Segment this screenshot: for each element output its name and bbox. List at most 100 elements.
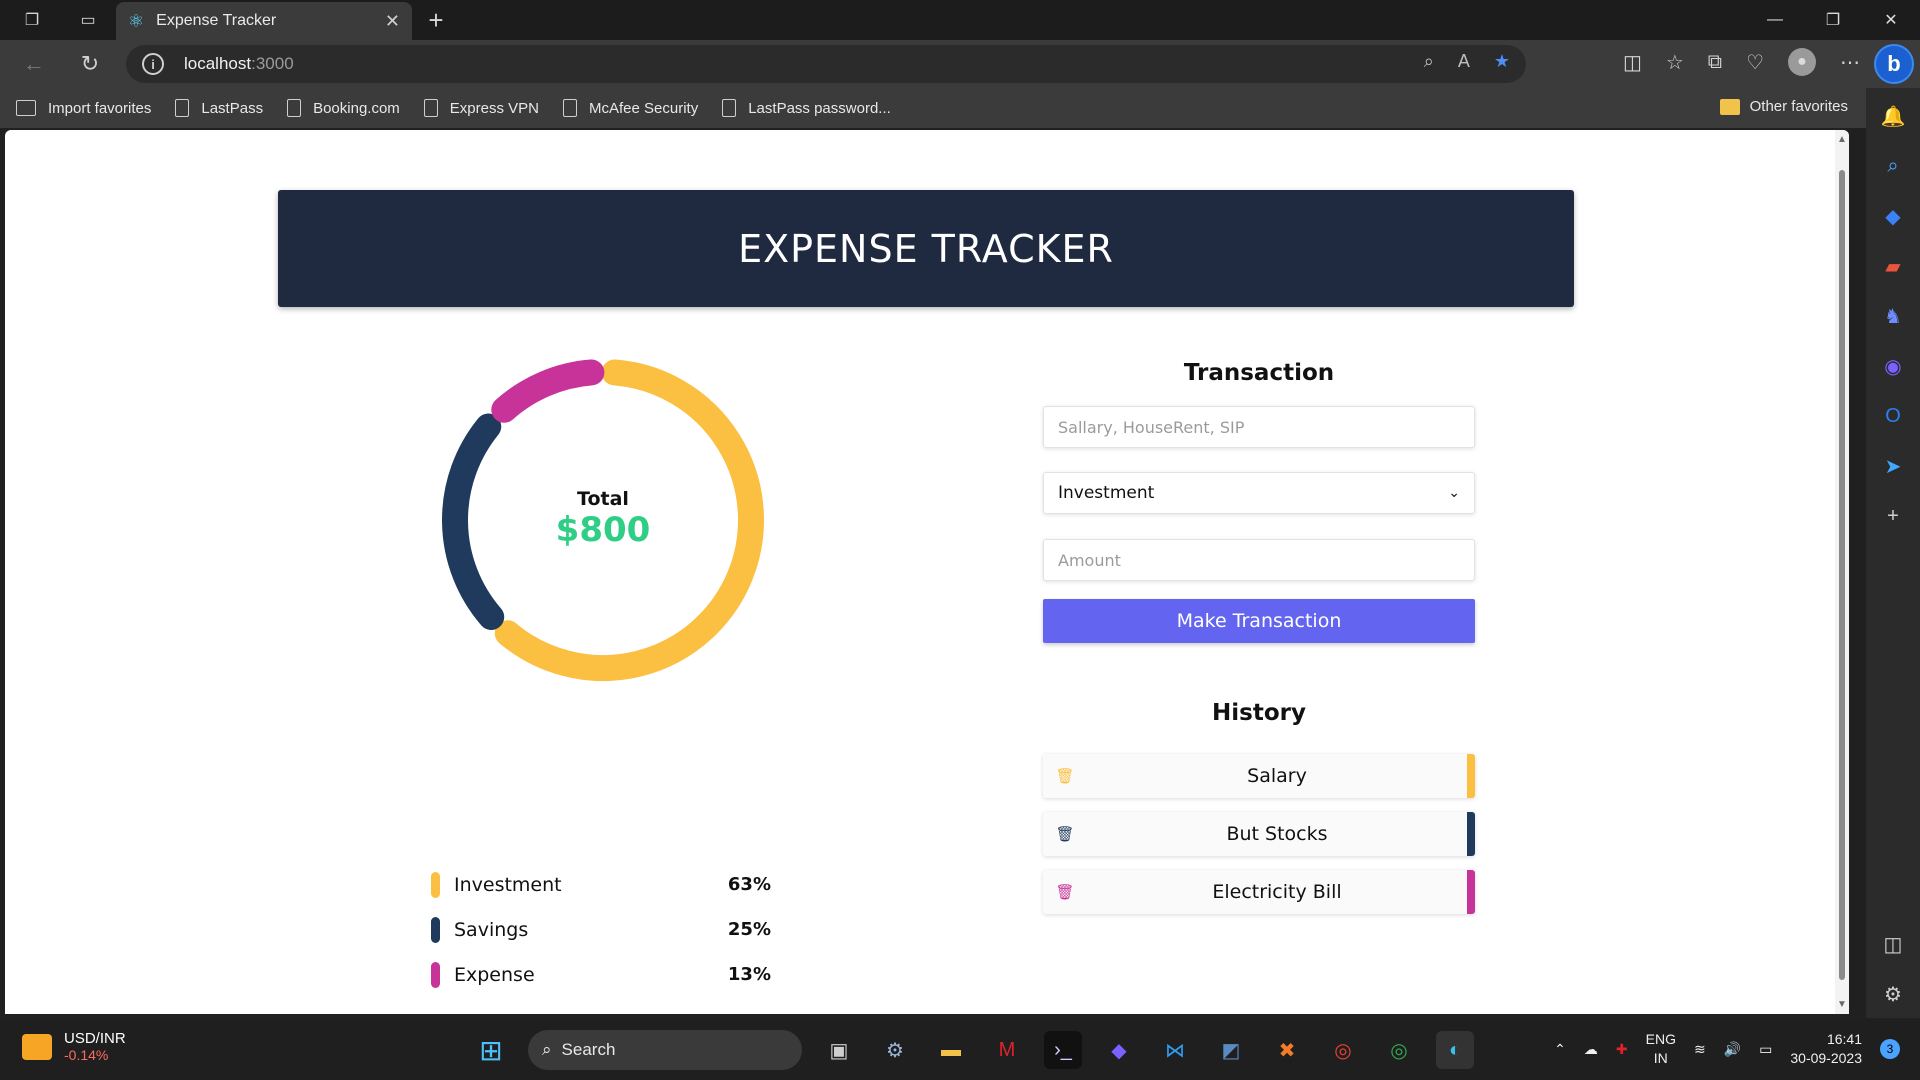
add-icon[interactable]: + bbox=[1879, 502, 1907, 530]
trash-icon[interactable]: 🗑 bbox=[1043, 767, 1087, 785]
edge-icon[interactable]: ◐ bbox=[1436, 1031, 1474, 1069]
xampp-icon[interactable]: ✖ bbox=[1268, 1031, 1306, 1069]
favorite-lastpass-password[interactable]: LastPass password... bbox=[722, 99, 891, 117]
address-bar[interactable]: i localhost:3000 ⌕ A ★ bbox=[126, 45, 1526, 83]
amount-input[interactable]: Amount bbox=[1043, 539, 1475, 581]
browser-essentials-icon[interactable]: ♡ bbox=[1746, 50, 1764, 75]
type-selected-value: Investment bbox=[1058, 483, 1155, 503]
legend-percent: 25% bbox=[727, 919, 771, 940]
currency-icon bbox=[22, 1033, 52, 1060]
history-color-edge bbox=[1467, 754, 1475, 798]
tab-actions-icon[interactable]: ▭ bbox=[70, 2, 106, 38]
sidebar-toggle-icon[interactable]: ◫ bbox=[1879, 930, 1907, 958]
favorite-mcafee[interactable]: McAfee Security bbox=[563, 99, 698, 117]
file-explorer-icon[interactable]: ▬ bbox=[932, 1031, 970, 1069]
profile-avatar[interactable]: ● bbox=[1788, 48, 1816, 76]
refresh-icon[interactable]: ↻ bbox=[74, 48, 106, 80]
transaction-type-select[interactable]: Investment ⌄ bbox=[1043, 472, 1475, 514]
favorite-star-icon[interactable]: ★ bbox=[1494, 51, 1510, 72]
trash-icon[interactable]: 🗑 bbox=[1043, 825, 1087, 843]
expense-tracker-page: EXPENSE TRACKER Total $800 Investment 63… bbox=[5, 130, 1835, 1014]
legend-color-swatch bbox=[431, 916, 440, 943]
windows-start-icon[interactable]: ⊞ bbox=[472, 1031, 510, 1069]
workspaces-icon[interactable]: ❐ bbox=[14, 2, 50, 38]
trash-icon[interactable]: 🗑 bbox=[1043, 883, 1087, 901]
scroll-up-icon[interactable]: ▲ bbox=[1837, 134, 1847, 145]
tab-expense-tracker[interactable]: ⚛ Expense Tracker ✕ bbox=[116, 2, 412, 40]
favorites-icon[interactable]: ☆ bbox=[1666, 50, 1684, 75]
tab-strip: ❐ ▭ ⚛ Expense Tracker ✕ + — ❐ ✕ bbox=[0, 0, 1920, 40]
taskbar-search-label: Search bbox=[561, 1040, 616, 1059]
collections-icon[interactable]: ⧉ bbox=[1708, 51, 1722, 74]
taskbar-apps: ⊞ ⌕ Search ▣ ⚙ ▬ M ›_ ◆ ⋈ ◩ ✖ ◎ ◎ ◐ bbox=[472, 1030, 1474, 1070]
transaction-heading: Transaction bbox=[1183, 360, 1335, 386]
scroll-down-icon[interactable]: ▼ bbox=[1837, 999, 1847, 1010]
copilot-sidebar-icon[interactable]: ◉ bbox=[1879, 352, 1907, 380]
zoom-icon[interactable]: ⌕ bbox=[1424, 51, 1434, 72]
back-icon[interactable]: ← bbox=[18, 48, 50, 80]
favorites-bar: Import favorites LastPass Booking.com Ex… bbox=[0, 88, 1866, 128]
make-transaction-button[interactable]: Make Transaction bbox=[1043, 599, 1475, 643]
split-screen-icon[interactable]: ◫ bbox=[1623, 50, 1642, 75]
chrome-profile-icon[interactable]: ◎ bbox=[1380, 1031, 1418, 1069]
chevron-down-icon: ⌄ bbox=[1448, 485, 1460, 501]
scrollbar-thumb[interactable] bbox=[1839, 170, 1845, 980]
restore-icon[interactable]: ❐ bbox=[1804, 0, 1862, 40]
terminal-icon[interactable]: ›_ bbox=[1044, 1031, 1082, 1069]
windows-taskbar: USD/INR -0.14% ⊞ ⌕ Search ▣ ⚙ ▬ M ›_ ◆ ⋈… bbox=[0, 1020, 1920, 1080]
page-icon bbox=[563, 99, 577, 117]
battery-icon[interactable]: ▭ bbox=[1759, 1041, 1772, 1058]
favorite-booking[interactable]: Booking.com bbox=[287, 99, 400, 117]
url-port: :3000 bbox=[251, 54, 294, 73]
vertical-scrollbar[interactable]: ▲ ▼ bbox=[1835, 130, 1849, 1014]
other-favorites[interactable]: Other favorites bbox=[1719, 98, 1848, 115]
mcafee-icon[interactable]: M bbox=[988, 1031, 1026, 1069]
history-label: But Stocks bbox=[1226, 823, 1328, 845]
chevron-up-icon[interactable]: ⌃ bbox=[1554, 1041, 1566, 1058]
ticker-widget[interactable]: USD/INR -0.14% bbox=[22, 1030, 126, 1063]
favorite-lastpass[interactable]: LastPass bbox=[175, 99, 263, 117]
games-icon[interactable]: ♞ bbox=[1879, 302, 1907, 330]
transaction-name-input[interactable]: Sallary, HouseRent, SIP bbox=[1043, 406, 1475, 448]
close-window-icon[interactable]: ✕ bbox=[1862, 0, 1920, 40]
task-view-icon[interactable]: ▣ bbox=[820, 1031, 858, 1069]
favorite-expressvpn[interactable]: Express VPN bbox=[423, 99, 539, 117]
search-icon[interactable]: ⌕ bbox=[1879, 152, 1907, 180]
copilot-app-icon[interactable]: ◆ bbox=[1100, 1031, 1138, 1069]
volume-icon[interactable]: 🔊 bbox=[1724, 1041, 1741, 1058]
drop-icon[interactable]: ➤ bbox=[1879, 452, 1907, 480]
outlook-icon[interactable]: O bbox=[1879, 402, 1907, 430]
settings-app-icon[interactable]: ⚙ bbox=[876, 1031, 914, 1069]
clock[interactable]: 16:41 30-09-2023 bbox=[1790, 1030, 1862, 1068]
copilot-icon[interactable]: b bbox=[1874, 44, 1914, 84]
minimize-icon[interactable]: — bbox=[1746, 0, 1804, 40]
taskbar-search[interactable]: ⌕ Search bbox=[528, 1030, 802, 1070]
mysql-workbench-icon[interactable]: ◩ bbox=[1212, 1031, 1250, 1069]
site-info-icon[interactable]: i bbox=[142, 53, 164, 75]
url-host: localhost bbox=[184, 54, 252, 73]
system-tray: ⌃ ☁ ✚ ENG IN ≋ 🔊 ▭ 16:41 30-09-2023 3 bbox=[1554, 1030, 1900, 1068]
close-tab-icon[interactable]: ✕ bbox=[385, 11, 400, 32]
read-aloud-icon[interactable]: A bbox=[1458, 51, 1470, 72]
wifi-icon[interactable]: ≋ bbox=[1694, 1041, 1706, 1058]
chart-legend: Investment 63% Savings 25% Expense 13% bbox=[431, 862, 771, 997]
app-tray-icon[interactable]: ✚ bbox=[1616, 1041, 1628, 1058]
language-indicator[interactable]: ENG IN bbox=[1646, 1030, 1676, 1068]
settings-gear-icon[interactable]: ⚙ bbox=[1879, 980, 1907, 1008]
shopping-tag-icon[interactable]: ◆ bbox=[1879, 202, 1907, 230]
total-label: Total bbox=[577, 488, 629, 510]
chrome-icon[interactable]: ◎ bbox=[1324, 1031, 1362, 1069]
favorite-import[interactable]: Import favorites bbox=[16, 100, 151, 117]
notification-bell-icon[interactable]: 🔔 bbox=[1879, 102, 1907, 130]
toolbar-actions: ◫ ☆ ⧉ ♡ ● ⋯ bbox=[1623, 48, 1860, 76]
notification-count-badge[interactable]: 3 bbox=[1880, 1039, 1900, 1059]
vscode-icon[interactable]: ⋈ bbox=[1156, 1031, 1194, 1069]
legend-percent: 63% bbox=[727, 874, 771, 895]
new-tab-button[interactable]: + bbox=[420, 4, 452, 36]
history-heading: History bbox=[1212, 700, 1306, 726]
tools-icon[interactable]: ▰ bbox=[1879, 252, 1907, 280]
more-menu-icon[interactable]: ⋯ bbox=[1840, 50, 1860, 75]
onedrive-icon[interactable]: ☁ bbox=[1584, 1041, 1598, 1058]
history-color-edge bbox=[1467, 812, 1475, 856]
page-icon bbox=[423, 99, 438, 117]
